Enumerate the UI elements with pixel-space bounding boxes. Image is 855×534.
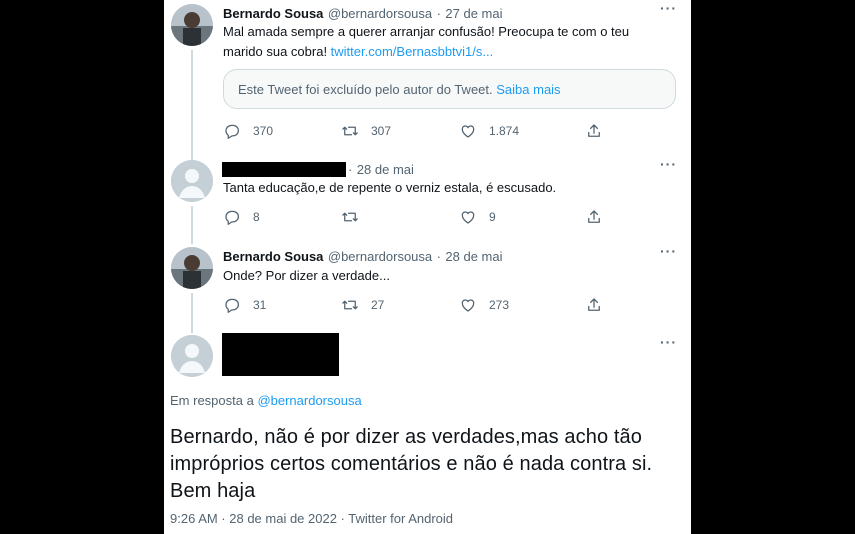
reply-icon — [225, 210, 240, 225]
author-handle[interactable]: @bernardorsousa — [328, 249, 432, 264]
heart-icon — [461, 211, 475, 224]
tweet-1-header: Bernardo Sousa @bernardorsousa · 27 de m… — [223, 5, 502, 23]
reply-button[interactable]: 8 — [223, 207, 260, 227]
avatar-default[interactable] — [171, 335, 213, 377]
reply-button[interactable]: 31 — [223, 295, 266, 315]
share-icon — [588, 124, 600, 137]
tweet-3-header: Bernardo Sousa @bernardorsousa · 28 de m… — [223, 248, 502, 266]
main-tweet-line-1: Bernardo, não é por dizer as verdades,ma… — [170, 426, 642, 448]
tweet-1-text-prefix: marido sua cobra! — [223, 44, 331, 59]
thread-line — [191, 50, 193, 160]
tweet-1-link[interactable]: twitter.com/Bernasbbtvi1/s... — [331, 44, 494, 59]
heart-icon — [461, 125, 475, 138]
reply-handle[interactable]: @bernardorsousa — [257, 393, 361, 408]
tweet-3-text: Onde? Por dizer a verdade... — [223, 268, 390, 283]
heart-icon — [461, 299, 475, 312]
retweet-button[interactable]: 307 — [341, 121, 391, 141]
reply-count: 370 — [253, 124, 274, 138]
tweet-2-actions: 8 9 — [223, 207, 678, 227]
reply-prefix: Em resposta a — [170, 393, 258, 408]
learn-more-link[interactable]: Saiba mais — [496, 82, 560, 97]
tweet-1-actions: 370 307 1.874 — [223, 121, 678, 141]
redacted-name — [222, 333, 339, 376]
redacted-name — [222, 162, 346, 177]
main-tweet-line-3: Bem haja — [170, 480, 256, 502]
tweet-1-line-1: Mal amada sempre a querer arranjar confu… — [223, 24, 630, 39]
like-button[interactable]: 273 — [459, 295, 509, 315]
main-tweet-text: Bernardo, não é por dizer as verdades,ma… — [170, 424, 685, 505]
avatar-bernardo[interactable] — [171, 4, 213, 46]
like-count: 1.874 — [489, 124, 520, 138]
share-button[interactable] — [585, 121, 603, 141]
retweet-count: 307 — [371, 124, 392, 138]
retweet-button[interactable]: 27 — [341, 295, 384, 315]
tweet-1-line-2: marido sua cobra! twitter.com/Bernasbbtv… — [223, 42, 678, 62]
thread-line — [191, 206, 193, 244]
more-icon[interactable]: ··· — [660, 243, 677, 259]
more-icon[interactable]: ··· — [660, 0, 677, 16]
main-tweet-line-2: impróprios certos comentários e não é na… — [170, 453, 653, 475]
tweet-date[interactable]: 27 de mai — [445, 6, 502, 21]
tweet-date[interactable]: 28 de mai — [445, 249, 502, 264]
separator: · — [436, 6, 441, 21]
tweet-1-text: Mal amada sempre a querer arranjar confu… — [223, 22, 678, 62]
retweet-button[interactable] — [341, 207, 371, 227]
retweet-icon — [342, 212, 358, 222]
tweet-timestamp[interactable]: 9:26 AM · 28 de mai de 2022 · Twitter fo… — [170, 511, 453, 526]
reply-count: 8 — [253, 210, 260, 224]
more-icon[interactable]: ··· — [660, 334, 677, 350]
tweet-thread-panel: Bernardo Sousa @bernardorsousa · 27 de m… — [164, 0, 691, 534]
tweet-2-text: Tanta educação,e de repente o verniz est… — [223, 180, 557, 195]
share-icon — [588, 210, 600, 223]
retweet-icon — [342, 300, 358, 310]
share-icon — [588, 298, 600, 311]
separator: · — [348, 162, 353, 177]
share-button[interactable] — [585, 207, 603, 227]
reply-icon — [225, 124, 240, 139]
avatar-default[interactable] — [171, 160, 213, 202]
tweet-2-header: · 28 de mai — [348, 161, 414, 179]
separator: · — [436, 249, 441, 264]
like-button[interactable]: 9 — [459, 207, 496, 227]
tweet-3-actions: 31 27 273 — [223, 295, 678, 315]
tweet-date[interactable]: 28 de mai — [357, 162, 414, 177]
reply-icon — [225, 298, 240, 313]
retweet-count: 27 — [371, 298, 385, 312]
deleted-quote-box[interactable]: Este Tweet foi excluído pelo autor do Tw… — [223, 69, 676, 109]
reply-count: 31 — [253, 298, 267, 312]
like-count: 273 — [489, 298, 510, 312]
author-name[interactable]: Bernardo Sousa — [223, 6, 323, 21]
author-name[interactable]: Bernardo Sousa — [223, 249, 323, 264]
reply-button[interactable]: 370 — [223, 121, 273, 141]
thread-line — [191, 293, 193, 333]
share-button[interactable] — [585, 295, 603, 315]
deleted-notice: Este Tweet foi excluído pelo autor do Tw… — [238, 81, 493, 97]
avatar-bernardo[interactable] — [171, 247, 213, 289]
like-count: 9 — [489, 210, 496, 224]
reply-context: Em resposta a @bernardorsousa — [170, 393, 362, 408]
retweet-icon — [342, 126, 358, 136]
like-button[interactable]: 1.874 — [459, 121, 519, 141]
author-handle[interactable]: @bernardorsousa — [328, 6, 432, 21]
more-icon[interactable]: ··· — [660, 156, 677, 172]
